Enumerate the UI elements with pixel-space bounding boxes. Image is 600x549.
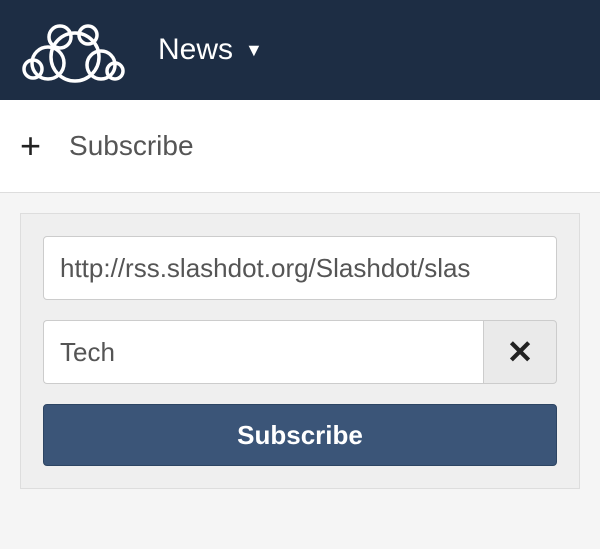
- app-header: News ▼: [0, 0, 600, 100]
- app-switcher[interactable]: News ▼: [158, 33, 263, 67]
- subscribe-header-label: Subscribe: [69, 130, 194, 162]
- plus-icon: +: [20, 128, 41, 164]
- chevron-down-icon: ▼: [245, 40, 263, 61]
- clear-name-button[interactable]: ✕: [483, 320, 557, 384]
- owncloud-logo-icon[interactable]: [10, 15, 140, 85]
- feed-url-input[interactable]: [43, 236, 557, 300]
- feed-name-input[interactable]: [43, 320, 483, 384]
- app-name-label: News: [158, 33, 233, 67]
- close-icon: ✕: [507, 333, 534, 371]
- subscribe-form: ✕ Subscribe: [20, 213, 580, 489]
- subscribe-toggle[interactable]: + Subscribe: [0, 100, 600, 193]
- feed-name-row: ✕: [43, 320, 557, 384]
- subscribe-submit-button[interactable]: Subscribe: [43, 404, 557, 466]
